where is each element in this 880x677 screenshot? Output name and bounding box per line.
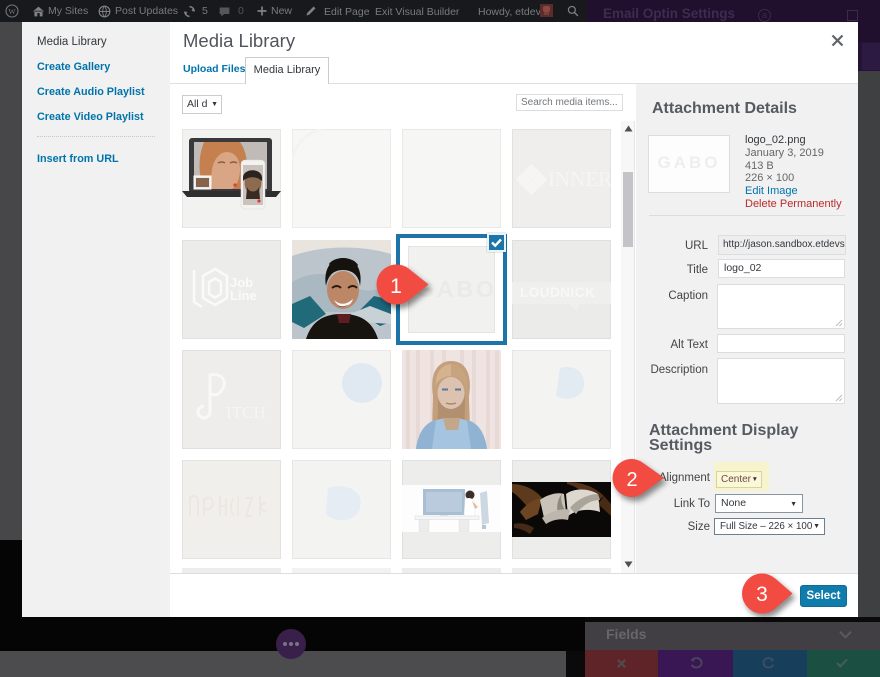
svg-text:ITCH: ITCH [226, 403, 266, 422]
svg-text:1: 1 [390, 275, 402, 298]
svg-text:INNER: INNER [548, 167, 611, 191]
svg-text:2: 2 [626, 469, 637, 491]
svg-text:Line: Line [230, 288, 257, 303]
svg-text:W: W [8, 7, 16, 16]
svg-text:3: 3 [756, 583, 768, 606]
